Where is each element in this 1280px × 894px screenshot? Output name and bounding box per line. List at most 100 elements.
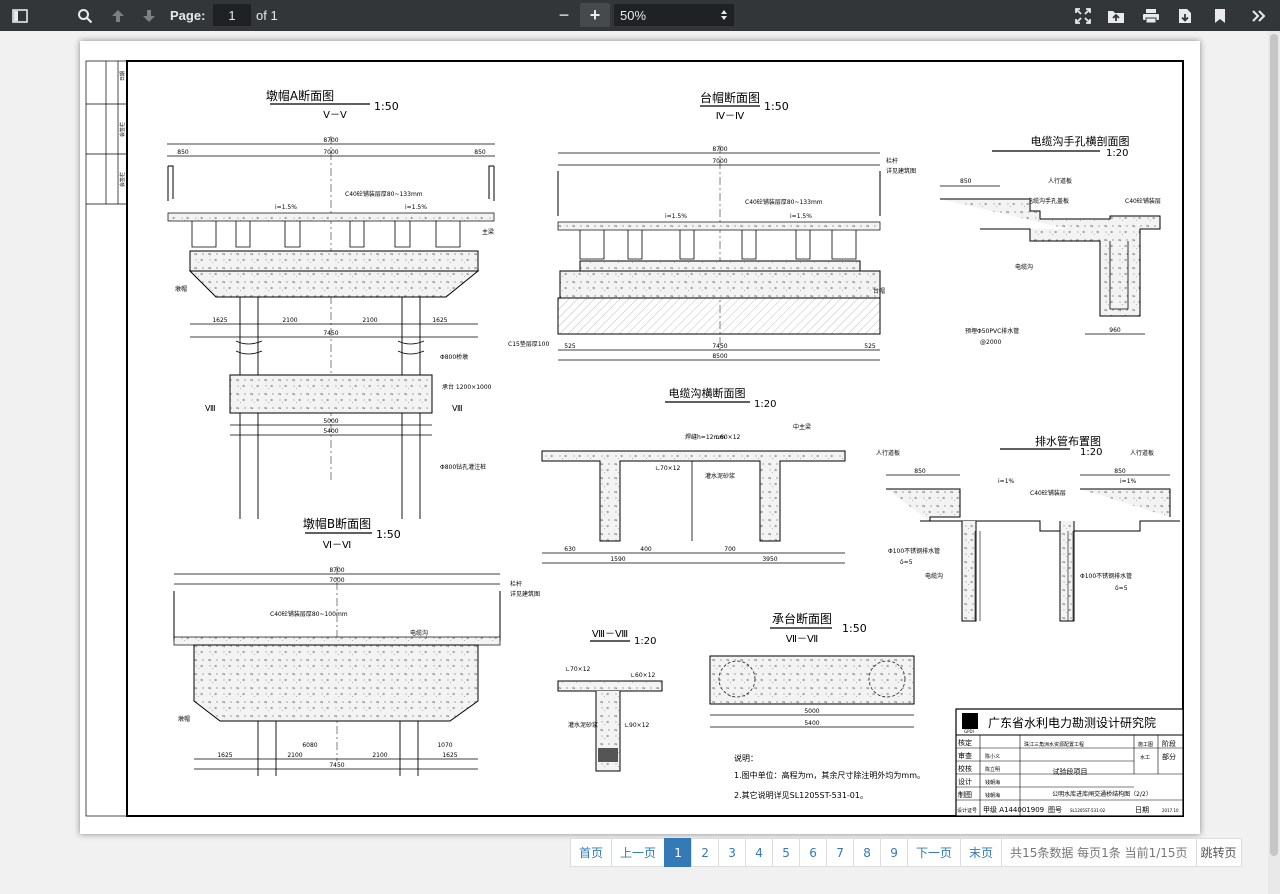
- view-scale: 1:20: [1080, 447, 1102, 458]
- pdf-toolbar: Page: of 1 − + 50%: [0, 0, 1280, 31]
- page-total: of 1: [256, 8, 278, 23]
- label-abut-cap: 台帽: [873, 287, 885, 295]
- more-tools-icon[interactable]: [1248, 0, 1270, 31]
- dim-700: 700: [724, 546, 736, 553]
- side-strip-sign1: 会签栏: [119, 122, 126, 137]
- tb-drawing-name: 公明水库进库闸交通桥结构图（2/2）: [1052, 790, 1152, 798]
- page-link-7[interactable]: 7: [826, 838, 855, 867]
- label-railing-ref: 详见建筑图: [510, 590, 540, 598]
- presentation-mode-icon[interactable]: [1073, 0, 1093, 31]
- scrollbar-thumb[interactable]: [1270, 34, 1278, 856]
- dim-2100: 2100: [282, 317, 297, 324]
- zoom-in-button[interactable]: +: [580, 3, 610, 27]
- tb-row-label: 核定: [958, 738, 972, 747]
- page-link-2[interactable]: 2: [691, 838, 720, 867]
- view-scale: 1:20: [1106, 148, 1128, 159]
- last-page-link[interactable]: 末页: [960, 838, 1003, 867]
- dim-2100: 2100: [287, 752, 302, 759]
- label-pier-cap: 墩帽: [175, 285, 187, 293]
- next-page-link[interactable]: 下一页: [907, 838, 962, 867]
- view-scale: 1:20: [754, 399, 776, 410]
- page-link-5[interactable]: 5: [772, 838, 801, 867]
- label-drain-pipe-r: Φ100不锈钢排水管: [1080, 572, 1132, 580]
- print-icon[interactable]: [1140, 0, 1162, 31]
- view-scale: 1:50: [842, 622, 867, 635]
- sidebar-toggle-icon[interactable]: [8, 0, 32, 31]
- dim-8500: 8500: [712, 353, 727, 360]
- page-link-6[interactable]: 6: [799, 838, 828, 867]
- label-angle-a: ∟70×12: [565, 666, 591, 673]
- tb-row-label: 校核: [958, 764, 972, 773]
- pagination: 首页 上一页 1 2 3 4 5 6 7 8 9 下一页 末页 共15条数据 每…: [570, 838, 1242, 867]
- jump-page-button[interactable]: 跳转页: [1195, 838, 1242, 867]
- label-angle-b: ∟60×12: [630, 672, 656, 679]
- tb-part: 水工: [1140, 754, 1150, 761]
- view-section: V－V: [323, 110, 347, 121]
- open-file-icon[interactable]: [1105, 0, 1127, 31]
- label-c40-plate: C40砼铺装层: [1125, 197, 1161, 205]
- previous-page-icon[interactable]: [108, 0, 128, 31]
- page-link-9[interactable]: 9: [880, 838, 909, 867]
- institute-name: 广东省水利电力勘测设计研究院: [988, 715, 1156, 730]
- dim-5400: 5400: [804, 720, 819, 727]
- tb-row-label: 审查: [958, 751, 972, 760]
- tb-date-label: 日期: [1135, 806, 1149, 814]
- view-title: 电缆沟手孔横剖面图: [1031, 134, 1130, 148]
- dim-7450: 7450: [323, 330, 338, 337]
- view-title: Ⅷ－Ⅷ: [592, 629, 628, 640]
- label-pvc-pipe: 预埋Φ50PVC排水管: [965, 327, 1019, 335]
- view-section: Ⅵ－Ⅵ: [323, 540, 351, 551]
- label-c15: C15垫层厚100: [508, 340, 549, 348]
- label-sidewalk-r: 人行道板: [1130, 449, 1154, 457]
- bookmark-icon[interactable]: [1210, 0, 1230, 31]
- label-hand-hole: 电缆沟手孔盖板: [1027, 197, 1069, 205]
- institute-logo: [962, 713, 978, 729]
- view-detail-8: Ⅷ－Ⅷ 1:20 ∟70×12 ∟60×12 灌水泥砂浆 ∟90×12: [557, 629, 663, 772]
- tb-name: 钱朝海: [985, 792, 1000, 799]
- download-icon[interactable]: [1175, 0, 1195, 31]
- next-page-icon[interactable]: [139, 0, 159, 31]
- label-pier-cap: 墩帽: [178, 715, 190, 723]
- view-title: 排水管布置图: [1035, 434, 1101, 448]
- zoom-select[interactable]: 50%: [614, 4, 734, 26]
- dim-850-r: 850: [474, 149, 486, 156]
- view-title: 承台断面图: [772, 611, 832, 626]
- label-angle-b: ∟60×12: [715, 434, 741, 441]
- notes-line1: 1.图中单位：高程为m，其余尺寸除注明外均为mm。: [734, 770, 925, 780]
- label-c40-a: C40砼铺装层厚80~133mm: [745, 198, 823, 206]
- view-scale: 1:20: [634, 636, 656, 647]
- dim-850: 850: [914, 468, 926, 475]
- page-link-8[interactable]: 8: [853, 838, 882, 867]
- tb-sheet-no: SL1205ST-531-02: [1070, 808, 1106, 813]
- dim-1625: 1625: [217, 752, 232, 759]
- prev-page-link[interactable]: 上一页: [611, 838, 666, 867]
- label-drain-pipe: Φ100不锈钢排水管: [888, 547, 940, 555]
- tb-name: 钱朝海: [985, 779, 1000, 786]
- search-icon[interactable]: [74, 0, 96, 31]
- view-cable-trench: 电缆沟横断面图 1:20 焊缝h=12mm ∟60×12 ∟70×12 灌水泥砂…: [541, 386, 846, 564]
- tb-name: 陈立明: [985, 766, 1000, 773]
- first-page-link[interactable]: 首页: [570, 838, 613, 867]
- view-drain-pipe: 排水管布置图 1:20 人行道板 人行道板 850 850 C40砼铺装层 i=…: [876, 434, 1180, 622]
- page-number-input[interactable]: [213, 4, 251, 26]
- zoom-out-button[interactable]: −: [555, 0, 573, 31]
- view-scale: 1:50: [374, 100, 399, 113]
- label-slope: i=1.5%: [275, 204, 297, 211]
- label-grout: 灌水泥砂浆: [705, 472, 735, 480]
- dim-850-r: 850: [1114, 468, 1126, 475]
- tb-row-label: 设计: [958, 777, 972, 786]
- label-pvc-spacing: @2000: [980, 339, 1001, 346]
- dim-1590: 1590: [610, 556, 625, 563]
- label-cable-trench: 电缆沟: [410, 629, 428, 637]
- label-railing: 栏杆: [510, 580, 522, 588]
- label-thickness: δ=5: [900, 559, 913, 566]
- institute-logo-text: GPDI: [964, 729, 974, 734]
- page-link-4[interactable]: 4: [745, 838, 774, 867]
- page-link-3[interactable]: 3: [718, 838, 747, 867]
- tb-part-label: 部分: [1162, 752, 1176, 761]
- label-c40-b: C40砼铺装层厚80~100mm: [270, 610, 348, 618]
- page-link-1[interactable]: 1: [664, 838, 693, 867]
- dim-2100-r: 2100: [362, 317, 377, 324]
- dim-850: 850: [960, 178, 972, 185]
- side-strip-sign2: 会签栏: [119, 172, 126, 187]
